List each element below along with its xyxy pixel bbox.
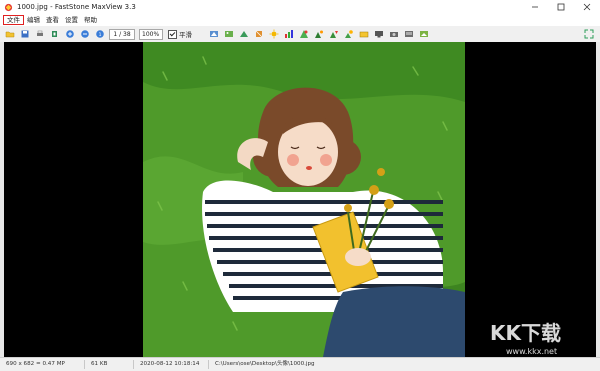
minimize-button[interactable] <box>522 0 548 14</box>
save-icon[interactable] <box>19 29 30 40</box>
toolbar: 1 1 / 38 100% 平滑 <box>0 26 600 43</box>
actual-size-icon[interactable]: 1 <box>94 29 105 40</box>
email-icon[interactable] <box>388 29 399 40</box>
maximize-icon <box>557 3 565 11</box>
settings-icon[interactable] <box>403 29 414 40</box>
info-icon[interactable] <box>418 29 429 40</box>
status-file-size: 61 KB <box>85 360 134 369</box>
fullscreen-icon[interactable] <box>583 29 594 40</box>
red-eye-icon[interactable] <box>343 29 354 40</box>
zoom-select[interactable]: 100% <box>139 28 163 40</box>
flip-icon[interactable] <box>238 29 249 40</box>
zoom-in-icon[interactable] <box>64 29 75 40</box>
status-path: C:\Users\ose\Desktop\头像\1000.jpg <box>215 361 315 367</box>
menu-settings[interactable]: 设置 <box>62 15 81 25</box>
app-logo-icon <box>4 3 13 12</box>
menu-help[interactable]: 帮助 <box>81 15 100 25</box>
window-controls <box>522 0 600 14</box>
status-datetime: 2020-08-12 10:18:14 <box>134 360 209 369</box>
open-folder-icon[interactable] <box>4 29 15 40</box>
crop-icon[interactable] <box>253 29 264 40</box>
smooth-label: 平滑 <box>179 31 192 39</box>
brightness-icon[interactable] <box>313 29 324 40</box>
right-frame <box>596 42 600 357</box>
wallpaper-icon[interactable] <box>373 29 384 40</box>
rotate-left-icon[interactable] <box>208 29 219 40</box>
maximize-button[interactable] <box>548 0 574 14</box>
zoom-out-icon[interactable] <box>79 29 90 40</box>
close-icon <box>583 3 591 11</box>
menu-bar: 文件 编辑 查看 设置 帮助 <box>0 14 600 26</box>
status-dimensions: 690 x 682 = 0.47 MP <box>0 360 85 369</box>
copy-icon[interactable] <box>49 29 60 40</box>
menu-view[interactable]: 查看 <box>43 15 62 25</box>
rotate-right-icon[interactable] <box>223 29 234 40</box>
sharpen-icon[interactable] <box>298 29 309 40</box>
print-icon[interactable] <box>34 29 45 40</box>
color-adjust-icon[interactable] <box>283 29 294 40</box>
menu-file[interactable]: 文件 <box>3 15 24 25</box>
displayed-image[interactable] <box>143 42 465 357</box>
status-bar: 690 x 682 = 0.47 MP 61 KB 2020-08-12 10:… <box>0 357 600 371</box>
image-viewer[interactable] <box>4 42 596 357</box>
menu-edit[interactable]: 编辑 <box>24 15 43 25</box>
effects-icon[interactable] <box>328 29 339 40</box>
svg-text:1: 1 <box>98 32 101 38</box>
slideshow-icon[interactable] <box>358 29 369 40</box>
resize-icon[interactable] <box>268 29 279 40</box>
window-title: 1000.jpg - FastStone MaxView 3.3 <box>17 3 136 11</box>
smooth-checkbox[interactable] <box>168 29 177 39</box>
page-indicator[interactable]: 1 / 38 <box>109 28 135 40</box>
minimize-icon <box>532 6 538 8</box>
title-bar: 1000.jpg - FastStone MaxView 3.3 <box>0 0 600 14</box>
close-button[interactable] <box>574 0 600 14</box>
